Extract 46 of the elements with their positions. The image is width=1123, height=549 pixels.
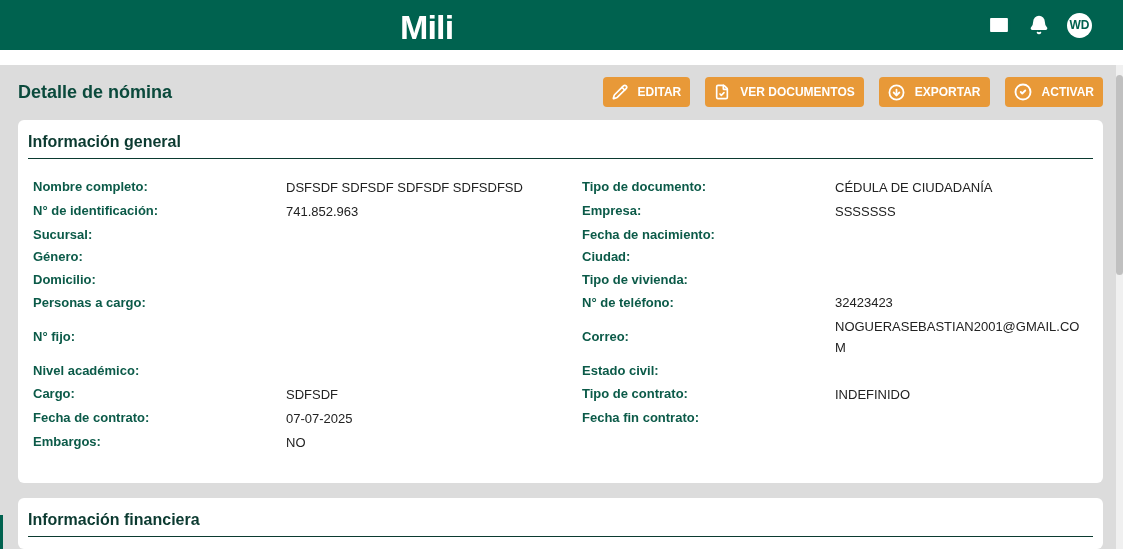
field-label: Fecha de contrato: (33, 409, 150, 428)
action-button[interactable]: EDITAR (602, 77, 691, 108)
field-value: NO (286, 433, 306, 452)
field-label: Estado civil: (582, 362, 659, 381)
action-button[interactable]: EXPORTAR (878, 77, 990, 108)
pencil-icon (611, 84, 628, 101)
action-button[interactable]: VER DOCUMENTOS (705, 77, 864, 108)
field-label: N° de teléfono: (582, 293, 674, 312)
field-label: Cargo: (33, 385, 75, 404)
field-value: SDFSDF (286, 385, 338, 404)
field-label: Fecha de nacimiento: (582, 225, 715, 244)
download-icon (887, 83, 905, 101)
field-label: Nivel académico: (33, 362, 140, 381)
field-value: 741.852.963 (286, 202, 359, 221)
bell-icon[interactable] (1029, 15, 1049, 35)
field-value: DSFSDF SDFSDF SDFSDF SDFSDFSD (286, 178, 523, 197)
field-label: N° de identificación: (33, 202, 159, 221)
field-label: Tipo de vivienda: (582, 270, 688, 289)
field-label: N° fijo: (33, 328, 76, 347)
field-value: 32423423 (835, 294, 893, 313)
field-label: Nombre completo: (33, 178, 148, 197)
field-value: NOGUERASEBASTIAN2001@GMAIL.COM (835, 318, 1080, 358)
field-label: Embargos: (33, 433, 101, 452)
field-label: Personas a cargo: (33, 293, 146, 312)
field-value: 07-07-2025 (286, 409, 353, 428)
user-avatar[interactable]: WD (1067, 12, 1092, 38)
field-value: CÉDULA DE CIUDADANÍA (835, 178, 993, 197)
field-label: Domicilio: (33, 270, 96, 289)
field-label: Género: (33, 248, 83, 267)
field-label: Tipo de documento: (582, 178, 706, 197)
field-label: Sucursal: (33, 225, 93, 244)
section-title: Información general (28, 129, 1093, 159)
scrollbar[interactable] (1116, 65, 1123, 549)
logo: Mili (400, 7, 454, 48)
page-title: Detalle de nómina (18, 80, 173, 104)
action-button[interactable]: ACTIVAR (1004, 77, 1103, 108)
field-label: Ciudad: (582, 248, 631, 267)
field-label: Tipo de contrato: (582, 385, 688, 404)
field-label: Empresa: (582, 202, 642, 221)
field-label: Fecha fin contrato: (582, 409, 699, 428)
document-check-icon (714, 84, 731, 101)
field-value: INDEFINIDO (835, 385, 911, 404)
section-title: Información financiera (28, 507, 1093, 537)
field-label: Correo: (582, 328, 629, 347)
check-circle-icon (1013, 83, 1032, 102)
field-value: SSSSSSS (835, 202, 896, 221)
